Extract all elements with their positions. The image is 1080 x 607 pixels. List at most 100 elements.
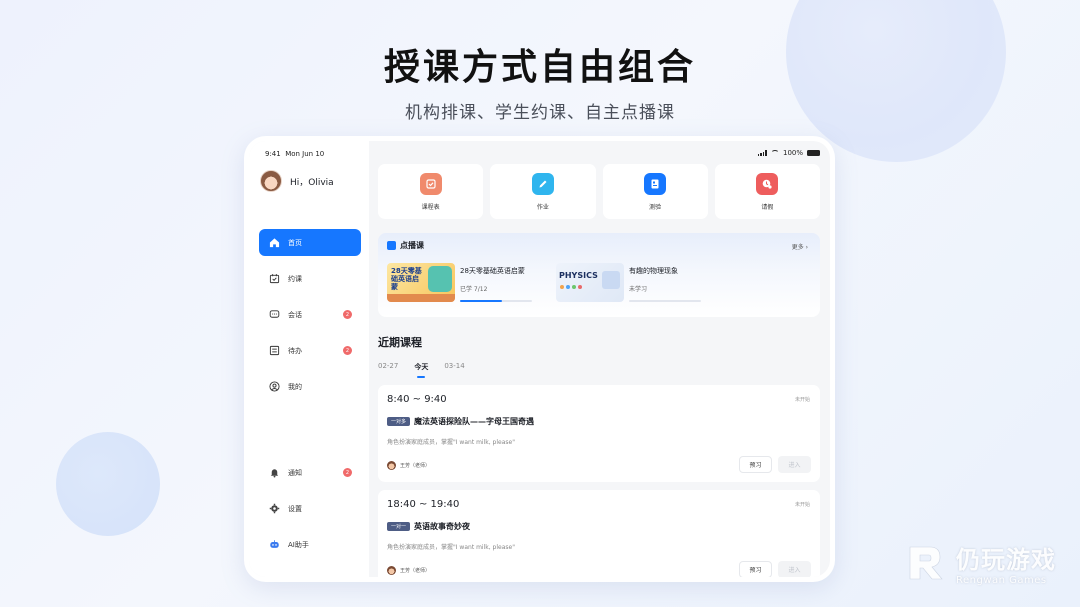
leave-icon xyxy=(756,172,779,195)
bell-icon xyxy=(269,467,280,478)
pencil-icon xyxy=(531,172,554,195)
vod-progress-bar xyxy=(629,300,701,302)
enter-button[interactable]: 进入 xyxy=(778,456,811,473)
quick-actions: 课程表 作业 测验 请假 xyxy=(378,164,820,219)
video-icon xyxy=(387,241,396,250)
sidebar-item-label: AI助手 xyxy=(288,540,309,549)
vod-thumbnail-figure xyxy=(602,271,620,289)
sidebar-item-label: 约课 xyxy=(288,274,302,283)
tablet-frame: 9:41 Mon Jun 10 Hi，Olivia 首页 约课 会话 2 待办 … xyxy=(244,136,835,582)
tablet-screen: 9:41 Mon Jun 10 Hi，Olivia 首页 约课 会话 2 待办 … xyxy=(249,141,830,577)
course-type-tag: 一对多 xyxy=(387,417,411,426)
status-date: Mon Jun 10 xyxy=(285,150,325,158)
vod-more-link[interactable]: 更多 › xyxy=(792,242,808,251)
enter-button[interactable]: 进入 xyxy=(778,561,811,577)
preview-button[interactable]: 预习 xyxy=(739,561,772,577)
vod-info: 有趣的物理现象 未学习 xyxy=(629,263,701,302)
course-card[interactable]: 18:40 ~ 19:40 未开始 一对一 英语故事奇妙夜 角色扮演家庭成员，掌… xyxy=(378,490,820,577)
course-status: 未开始 xyxy=(794,502,810,508)
course-title-row: 一对一 英语故事奇妙夜 xyxy=(387,521,470,532)
sidebar-item-chat[interactable]: 会话 2 xyxy=(259,301,361,328)
course-type-tag: 一对一 xyxy=(387,522,411,531)
vod-progress-bar xyxy=(460,300,532,302)
vod-thumbnail-text: 28天零基础英语启蒙 xyxy=(391,267,422,291)
schedule-icon xyxy=(419,172,442,195)
home-icon xyxy=(269,237,280,248)
recent-courses-title: 近期课程 xyxy=(378,336,422,349)
sidebar-item-label: 我的 xyxy=(288,382,302,391)
profile-icon xyxy=(269,381,280,392)
teacher-name: 王芳（老师） xyxy=(400,463,431,469)
vod-info: 28天零基础英语启蒙 已学 7/12 xyxy=(460,263,532,302)
todo-badge: 2 xyxy=(343,346,352,355)
watermark-logo xyxy=(909,546,943,580)
vod-course-title: 28天零基础英语启蒙 xyxy=(460,267,525,275)
user-name: Hi，Olivia xyxy=(290,177,334,188)
preview-button[interactable]: 预习 xyxy=(739,456,772,473)
calendar-icon xyxy=(269,273,280,284)
vod-thumbnail-stripe xyxy=(387,294,455,302)
course-title: 魔法英语探险队——字母王国奇遇 xyxy=(414,417,535,426)
date-tab-prev[interactable]: 02-27 xyxy=(378,362,398,372)
main-content: 100% 课程表 作业 测验 请假 点播课 更多 › 28天零基础英语启蒙 28… xyxy=(378,141,830,577)
vod-course-card[interactable]: 28天零基础英语启蒙 28天零基础英语启蒙 已学 7/12 xyxy=(387,263,532,302)
gear-icon xyxy=(269,503,280,514)
quick-action-homework[interactable]: 作业 xyxy=(490,164,596,219)
status-clock: 9:41 xyxy=(265,150,281,158)
quick-action-label: 请假 xyxy=(761,203,774,211)
status-indicators: 100% xyxy=(757,149,820,157)
sidebar-item-settings[interactable]: 设置 xyxy=(259,495,361,522)
course-time: 18:40 ~ 19:40 xyxy=(387,499,460,510)
sidebar-item-todo[interactable]: 待办 2 xyxy=(259,337,361,364)
sidebar: 9:41 Mon Jun 10 Hi，Olivia 首页 约课 会话 2 待办 … xyxy=(249,141,369,577)
date-tabs: 02-27 今天 03-14 xyxy=(378,362,465,378)
todo-icon xyxy=(269,345,280,356)
battery-icon xyxy=(807,150,820,156)
quick-action-leave[interactable]: 请假 xyxy=(714,164,820,219)
battery-percent: 100% xyxy=(782,149,803,157)
course-title-row: 一对多 魔法英语探险队——字母王国奇遇 xyxy=(387,416,534,427)
vod-thumbnail: PHYSICS xyxy=(556,263,624,302)
sidebar-item-ai-assistant[interactable]: AI助手 xyxy=(259,531,361,558)
hero-title: 授课方式自由组合 xyxy=(383,47,696,88)
quick-action-schedule[interactable]: 课程表 xyxy=(378,164,484,219)
vod-progress-text: 未学习 xyxy=(629,286,648,293)
sidebar-item-label: 会话 xyxy=(288,310,302,319)
vod-course-card[interactable]: PHYSICS 有趣的物理现象 未学习 xyxy=(556,263,701,302)
avatar[interactable] xyxy=(260,170,282,192)
watermark-cn: 仍玩游戏 xyxy=(956,546,1056,574)
course-description: 角色扮演家庭成员，掌握"I want milk, please" xyxy=(387,544,515,551)
vod-thumbnail: 28天零基础英语启蒙 xyxy=(387,263,455,302)
course-teacher: 王芳（老师） xyxy=(387,566,430,575)
teacher-avatar xyxy=(387,461,396,470)
status-time: 9:41 Mon Jun 10 xyxy=(265,150,324,158)
quick-action-quiz[interactable]: 测验 xyxy=(602,164,708,219)
date-tab-today[interactable]: 今天 xyxy=(414,362,428,378)
vod-course-title: 有趣的物理现象 xyxy=(629,267,678,275)
course-time: 8:40 ~ 9:40 xyxy=(387,394,447,405)
notification-badge: 2 xyxy=(343,468,352,477)
hero-subtitle: 机构排课、学生约课、自主点播课 xyxy=(405,103,675,123)
quick-action-label: 测验 xyxy=(649,203,662,211)
sidebar-item-home[interactable]: 首页 xyxy=(259,229,361,256)
robot-icon xyxy=(269,539,280,550)
watermark: 仍玩游戏 Rengwan Games xyxy=(906,540,1056,586)
date-tab-next[interactable]: 03-14 xyxy=(444,362,464,372)
course-title: 英语故事奇妙夜 xyxy=(414,522,471,531)
course-status: 未开始 xyxy=(794,397,810,403)
sidebar-bottom-nav: 通知 2 设置 AI助手 xyxy=(259,459,361,567)
signal-icon xyxy=(757,150,767,156)
quick-action-label: 课程表 xyxy=(421,203,440,211)
watermark-en: Rengwan Games xyxy=(956,575,1047,586)
sidebar-item-profile[interactable]: 我的 xyxy=(259,373,361,400)
sidebar-item-label: 待办 xyxy=(288,346,302,355)
sidebar-item-notifications[interactable]: 通知 2 xyxy=(259,459,361,486)
course-description: 角色扮演家庭成员，掌握"I want milk, please" xyxy=(387,439,515,446)
user-greeting[interactable]: Hi，Olivia xyxy=(260,170,334,192)
sidebar-item-booking[interactable]: 约课 xyxy=(259,265,361,292)
quick-action-label: 作业 xyxy=(536,203,549,211)
background-circle-left xyxy=(56,432,160,536)
sidebar-item-label: 通知 xyxy=(288,468,302,477)
course-card[interactable]: 8:40 ~ 9:40 未开始 一对多 魔法英语探险队——字母王国奇遇 角色扮演… xyxy=(378,385,820,482)
vod-thumbnail-text: PHYSICS xyxy=(559,271,598,280)
